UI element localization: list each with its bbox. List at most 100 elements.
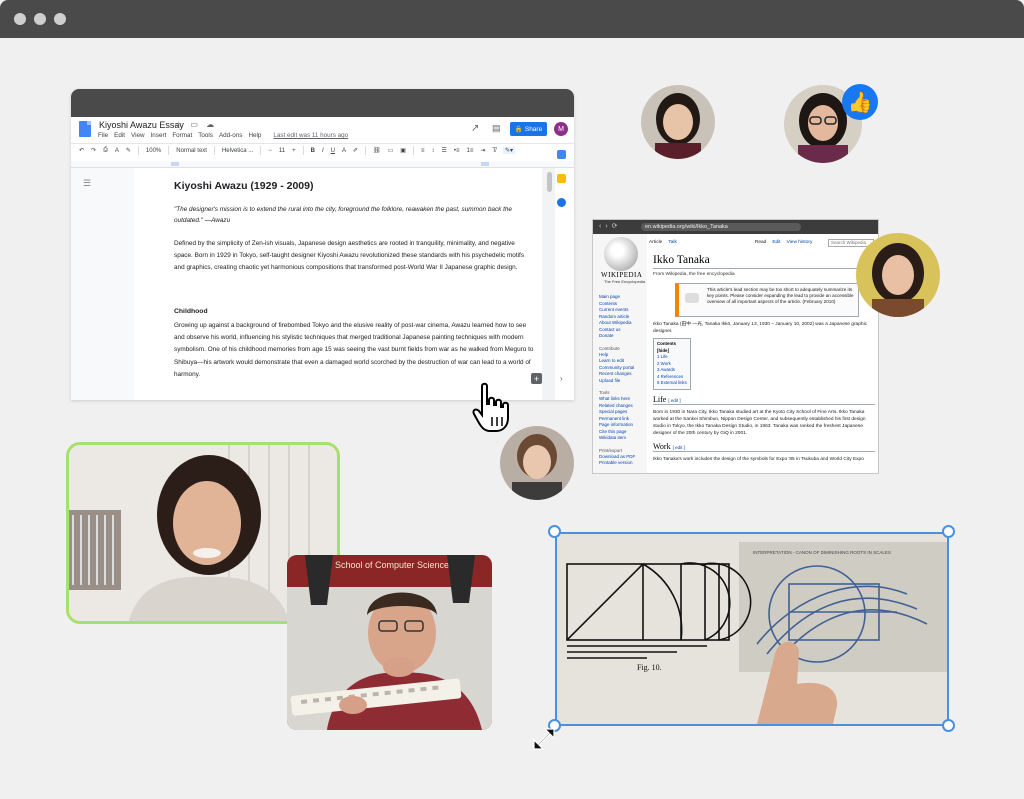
side-link[interactable]: Printable version	[599, 460, 647, 467]
paint-format-icon[interactable]: ✎	[126, 147, 131, 154]
doc-menu-bar: File Edit View Insert Format Tools Add-o…	[98, 132, 348, 139]
side-heading: Contribute	[599, 345, 620, 351]
toc-title[interactable]: Contents [hide]	[657, 341, 687, 354]
menu-help[interactable]: Help	[248, 132, 261, 139]
zoom-select[interactable]: 100%	[146, 148, 161, 154]
menu-file[interactable]: File	[98, 132, 108, 139]
image-icon[interactable]: ▣	[400, 147, 406, 154]
add-comment-icon[interactable]: +	[531, 373, 542, 384]
italic-icon[interactable]: I	[322, 148, 324, 154]
share-button[interactable]: 🔒 Share	[510, 122, 547, 136]
tasks-icon[interactable]	[557, 198, 566, 207]
ruler[interactable]	[71, 161, 574, 168]
spellcheck-icon[interactable]: A	[115, 148, 119, 154]
bullet-list-icon[interactable]: •≡	[454, 148, 460, 154]
tab-talk[interactable]: Talk	[668, 240, 677, 250]
style-select[interactable]: Normal text	[176, 148, 207, 154]
side-link[interactable]: Donate	[599, 333, 647, 340]
edit-section-link[interactable]: [ edit ]	[668, 398, 680, 403]
highlight-icon[interactable]: ✐	[353, 147, 358, 154]
minimize-window-icon[interactable]	[34, 13, 46, 25]
checklist-icon[interactable]: ☰	[441, 147, 446, 154]
side-link[interactable]: Wikidata item	[599, 435, 647, 442]
font-size-input[interactable]: 11	[279, 148, 285, 154]
chevron-right-icon[interactable]: ›	[560, 374, 563, 383]
document-outline-icon[interactable]: ☰	[83, 178, 91, 189]
menu-insert[interactable]: Insert	[151, 132, 167, 139]
tab-view-history[interactable]: View history	[787, 240, 813, 250]
undo-icon[interactable]: ↶	[79, 147, 84, 154]
calendar-icon[interactable]	[557, 150, 566, 159]
maximize-window-icon[interactable]	[54, 13, 66, 25]
resize-handle-bottom-right[interactable]	[942, 719, 955, 732]
participant-avatar[interactable]	[856, 233, 940, 317]
tab-read[interactable]: Read	[755, 240, 766, 250]
menu-edit[interactable]: Edit	[114, 132, 125, 139]
activity-trend-icon[interactable]: ↗	[471, 123, 479, 134]
text-color-icon[interactable]: A	[342, 148, 346, 154]
tab-article[interactable]: Article	[649, 240, 662, 250]
banner-text: School of Computer Science	[335, 560, 449, 570]
editing-mode-icon[interactable]: ✎▾	[503, 147, 516, 154]
link-icon[interactable]: ⛓	[373, 147, 381, 154]
resize-handle-top-left[interactable]	[548, 525, 561, 538]
edit-section-link[interactable]: [ edit ]	[673, 445, 685, 450]
bold-icon[interactable]: B	[311, 148, 315, 154]
doc-title[interactable]: Kiyoshi Awazu Essay	[99, 120, 184, 130]
close-window-icon[interactable]	[14, 13, 26, 25]
comment-icon[interactable]: ▤	[492, 123, 501, 134]
doc-section-heading: Childhood	[174, 308, 208, 315]
wikipedia-globe-logo[interactable]	[604, 237, 638, 271]
user-avatar[interactable]: M	[554, 122, 568, 136]
doc-scrollbar[interactable]	[547, 172, 552, 192]
underline-icon[interactable]: U	[331, 148, 335, 154]
font-size-decrease-icon[interactable]: −	[268, 148, 272, 154]
font-select[interactable]: Helvetica ...	[222, 148, 253, 154]
side-link[interactable]: Upload file	[599, 378, 647, 385]
menu-addons[interactable]: Add-ons	[219, 132, 242, 139]
insert-comment-icon[interactable]: ▭	[388, 147, 394, 154]
clear-format-icon[interactable]: T̸	[492, 148, 496, 154]
wikipedia-browser-window[interactable]: ‹›⟳ en.wikipedia.org/wiki/Ikko_Tanaka WI…	[592, 219, 879, 474]
doc-toolbar: ↶ ↷ ⎙ A ✎ 100% Normal text Helvetica ...…	[71, 143, 574, 157]
hand-pointer-icon	[472, 382, 509, 432]
screen-share-video[interactable]: INTERPRETATION - CANON OF DIMINISHING RO…	[555, 532, 949, 726]
print-icon[interactable]: ⎙	[103, 147, 108, 154]
ruler-indent-marker[interactable]	[481, 162, 489, 166]
participant-avatar[interactable]	[500, 426, 574, 500]
align-icon[interactable]: ≡	[421, 148, 425, 154]
share-label: Share	[524, 125, 543, 133]
section-heading-life: Life [ edit ]	[653, 395, 875, 405]
figure-label: Fig. 10.	[637, 663, 662, 672]
keep-icon[interactable]	[557, 174, 566, 183]
article-notice: This article's lead section may be too s…	[675, 283, 859, 317]
participant-avatar[interactable]	[641, 85, 715, 159]
line-spacing-icon[interactable]: ↕	[431, 148, 434, 154]
doc-page[interactable]: Kiyoshi Awazu (1929 - 2009) "The designe…	[134, 168, 542, 400]
video-tile-participant[interactable]: School of Computer Science	[287, 555, 492, 730]
font-size-increase-icon[interactable]: +	[292, 148, 296, 154]
numbered-list-icon[interactable]: 1≡	[466, 148, 473, 154]
doc-window-titlebar	[71, 89, 574, 117]
menu-format[interactable]: Format	[172, 132, 192, 139]
star-folder-cloud-icons[interactable]: ☆ ▭ ☁	[175, 120, 217, 129]
toc-item[interactable]: 5 External links	[657, 380, 687, 387]
article-lead: Ikko Tanaka (田中 一光, Tanaka Ikkō, January…	[653, 322, 868, 334]
google-doc-window[interactable]: Kiyoshi Awazu Essay ☆ ▭ ☁ File Edit View…	[71, 89, 574, 400]
last-edit-link[interactable]: Last edit was 11 hours ago	[273, 132, 348, 139]
indent-icon[interactable]: ⇥	[480, 147, 485, 154]
work-heading-text: Work	[653, 441, 671, 451]
redo-icon[interactable]: ↷	[91, 147, 96, 154]
notice-icon	[685, 293, 699, 303]
window-titlebar	[0, 0, 1024, 38]
address-bar[interactable]: en.wikipedia.org/wiki/Ikko_Tanaka	[641, 223, 801, 231]
resize-handle-top-right[interactable]	[942, 525, 955, 538]
ruler-indent-marker[interactable]	[171, 162, 179, 166]
toolbar-divider	[260, 146, 262, 155]
toolbar-divider	[302, 146, 304, 155]
browser-nav-icons[interactable]: ‹›⟳	[599, 222, 622, 230]
menu-view[interactable]: View	[131, 132, 145, 139]
tab-edit[interactable]: Edit	[772, 240, 780, 250]
google-docs-icon[interactable]	[79, 121, 91, 137]
menu-tools[interactable]: Tools	[198, 132, 213, 139]
